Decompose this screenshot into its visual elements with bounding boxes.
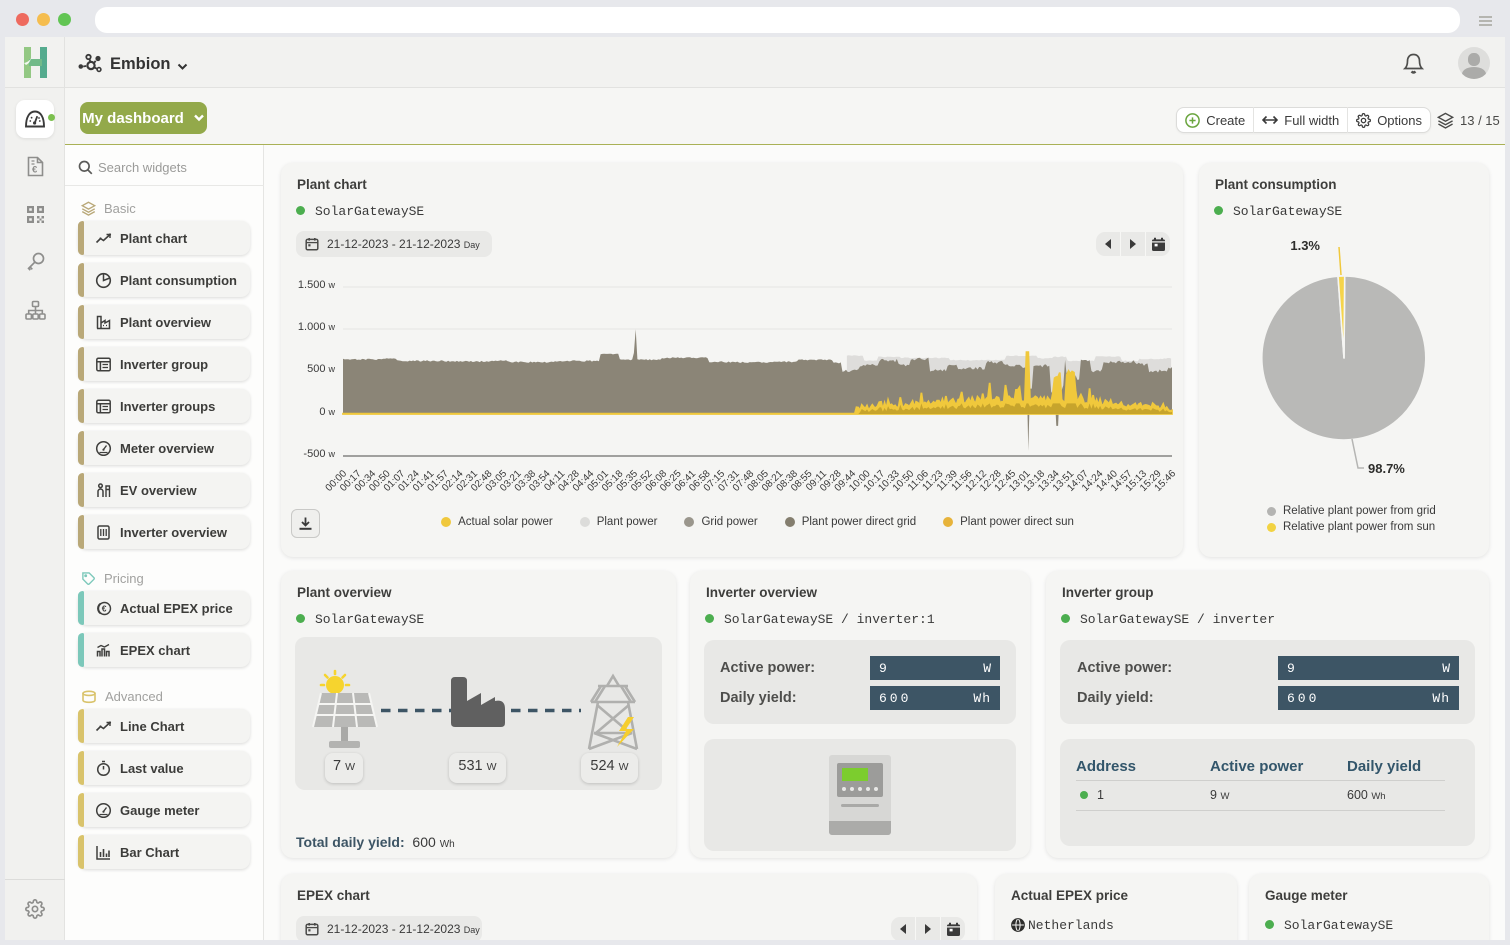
svg-text:€: €: [102, 603, 107, 613]
svg-text:1.3%: 1.3%: [1290, 238, 1320, 253]
svg-text:€: €: [32, 165, 38, 176]
svg-text:98.7%: 98.7%: [1368, 461, 1405, 476]
